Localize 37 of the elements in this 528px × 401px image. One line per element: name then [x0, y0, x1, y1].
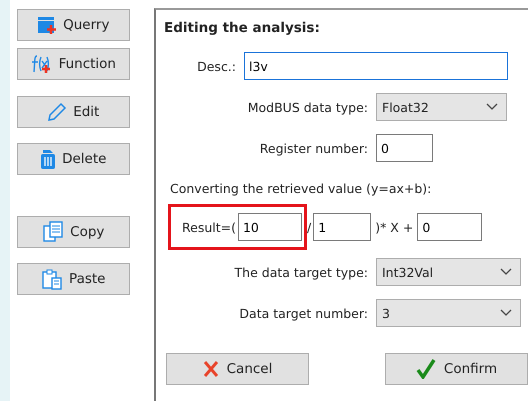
sidebar-button[interactable]: Copy [16, 216, 130, 248]
pencil-icon [47, 102, 68, 122]
description-input[interactable]: l3v [244, 52, 508, 80]
paste-icon [41, 268, 64, 290]
field-label: Desc.: [196, 58, 237, 74]
field-label: Data target number: [238, 306, 369, 320]
dropdown[interactable]: Float32 [376, 93, 507, 121]
field-label: Register number: [258, 140, 369, 156]
formula-label: / [306, 220, 312, 234]
panel-title: Editing the analysis: [164, 20, 321, 36]
function-add-icon [30, 54, 53, 74]
sidebar-button[interactable]: Querry [16, 9, 130, 41]
divisor-input[interactable]: 1 [313, 213, 372, 241]
dropdown[interactable]: 3 [376, 299, 521, 327]
cross-icon [202, 360, 219, 378]
trash-icon [40, 148, 56, 170]
chevron-down-icon [486, 103, 498, 111]
copy-icon [42, 221, 64, 243]
section-label: Converting the retrieved value (y=ax+b): [170, 181, 432, 196]
chevron-down-icon [500, 309, 512, 317]
cancel-button[interactable]: Cancel [166, 353, 309, 385]
sidebar-button[interactable]: Paste [16, 263, 130, 295]
offset-input[interactable]: 0 [417, 213, 482, 241]
sidebar-button[interactable]: Edit [16, 96, 130, 128]
factor-input[interactable]: 10 [238, 213, 302, 241]
formula-label: )* X + [375, 220, 414, 234]
confirm-button[interactable]: Confirm [385, 353, 528, 385]
chevron-down-icon [500, 268, 512, 276]
table-add-icon [37, 15, 58, 35]
sidebar-button[interactable]: Delete [16, 143, 130, 175]
register-input[interactable]: 0 [376, 134, 433, 162]
field-label: The data target type: [234, 264, 369, 280]
field-label: ModBUS data type: [246, 100, 369, 114]
dropdown[interactable]: Int32Val [376, 258, 521, 286]
sidebar-button[interactable]: Function [16, 48, 130, 80]
formula-label: Result=( [182, 220, 236, 234]
checkmark-icon [416, 359, 436, 379]
